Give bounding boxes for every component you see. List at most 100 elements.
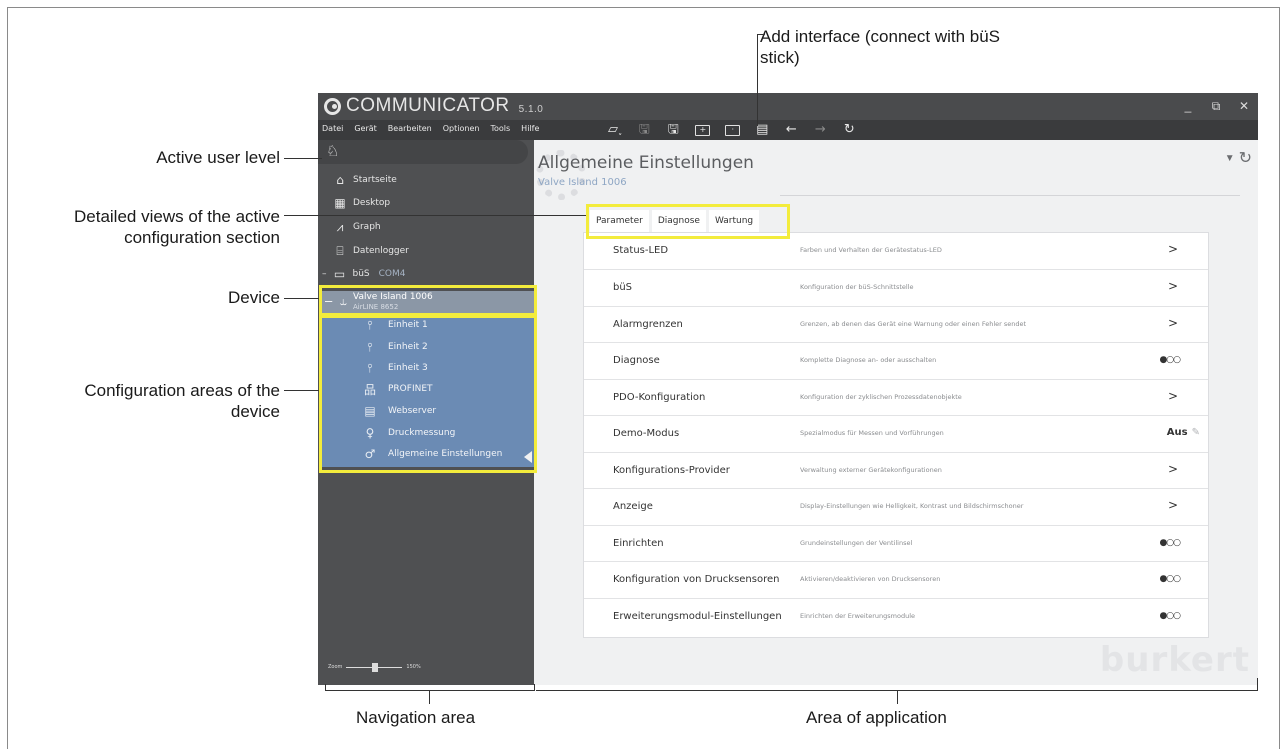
parameter-row[interactable]: PDO-Konfiguration Konfiguration der zykl… <box>584 379 1208 415</box>
nav-item-label: Graph <box>353 222 381 232</box>
nav-item-label: Startseite <box>353 175 397 185</box>
nav-item-bus[interactable]: – ▭ büS COM4 <box>322 265 406 283</box>
parameter-description: Display-Einstellungen wie Helligkeit, Ko… <box>800 502 1024 510</box>
bracket-navigation-right <box>534 684 535 691</box>
parameter-description: Grenzen, ab denen das Gerät eine Warnung… <box>800 320 1027 328</box>
page-title: Allgemeine Einstellungen <box>538 153 754 173</box>
parameter-description: Konfiguration der büS-Schnittstelle <box>800 283 914 291</box>
annotation-add-interface: Add interface (connect with büS stick) <box>760 27 1001 67</box>
page-actions: ▼ ↻ <box>1225 148 1252 168</box>
leader-configuration-areas <box>284 390 319 391</box>
leader-detailed-views <box>284 215 586 216</box>
save-icon[interactable]: 🖫 <box>637 121 651 139</box>
forward-arrow-icon[interactable]: → <box>813 121 827 139</box>
parameter-label: Konfiguration von Drucksensoren <box>613 574 780 585</box>
app-name: COMMUNICATOR <box>346 95 510 116</box>
bracket-navigation-stem <box>429 690 430 704</box>
parameter-row[interactable]: Konfigurations-Provider Verwaltung exter… <box>584 452 1208 488</box>
user-level-icon[interactable]: ♘ <box>326 142 339 160</box>
refresh-icon[interactable]: ↻ <box>842 121 856 139</box>
toggle-switch[interactable]: ●○○ <box>1159 355 1181 365</box>
nav-item-datenlogger[interactable]: ⌸ Datenlogger <box>332 242 409 260</box>
open-arrow-icon[interactable]: > <box>1168 462 1178 476</box>
open-arrow-icon[interactable]: > <box>1168 316 1178 330</box>
open-arrow-icon[interactable]: > <box>1168 498 1178 512</box>
window-controls: _ ⧉ ✕ <box>1174 93 1258 120</box>
edit-pencil-icon[interactable]: ✎ <box>1192 427 1200 438</box>
app-version: 5.1.0 <box>518 103 544 115</box>
close-button[interactable]: ✕ <box>1230 93 1258 120</box>
bracket-application-stem <box>897 690 898 704</box>
bus-collapse-toggle[interactable]: – <box>322 269 327 279</box>
nav-item-graph[interactable]: ⩘ Graph <box>332 218 381 236</box>
parameter-label: Diagnose <box>613 355 660 366</box>
menu-bearbeiten[interactable]: Bearbeiten <box>388 124 432 133</box>
toggle-switch[interactable]: ●○○ <box>1159 538 1181 548</box>
open-arrow-icon[interactable]: > <box>1168 389 1178 403</box>
back-arrow-icon[interactable]: ← <box>784 121 798 139</box>
add-interface-icon[interactable]: + <box>695 124 711 136</box>
parameter-description: Aktivieren/deaktivieren von Drucksensore… <box>800 575 941 583</box>
manual-figure: COMMUNICATOR 5.1.0 _ ⧉ ✕ Datei Gerät Bea… <box>0 0 1287 749</box>
save-as-icon[interactable]: 🖫 <box>666 121 680 139</box>
leader-add-interface-tick <box>757 34 765 35</box>
restore-button[interactable]: ⧉ <box>1202 93 1230 120</box>
card-icon[interactable]: ▱˯ <box>608 121 622 139</box>
menu-optionen[interactable]: Optionen <box>443 124 480 133</box>
menu-datei[interactable]: Datei <box>322 124 343 133</box>
bus-interface-icon: ▭ <box>333 267 346 281</box>
menu-geraet[interactable]: Gerät <box>354 124 376 133</box>
parameter-list: Status-LED Farben und Verhalten der Gerä… <box>583 232 1209 638</box>
parameter-label: Alarmgrenzen <box>613 319 683 330</box>
nav-item-startseite[interactable]: ⌂ Startseite <box>332 171 397 189</box>
menu-tools[interactable]: Tools <box>490 124 510 133</box>
parameter-row[interactable]: Demo-Modus Spezialmodus für Messen und V… <box>584 415 1208 451</box>
tabs-highlight <box>586 204 790 239</box>
home-icon: ⌂ <box>336 173 344 187</box>
user-level-bar[interactable]: ♘ <box>318 140 528 164</box>
annotation-configuration-areas: Configuration areas of the device <box>84 381 280 421</box>
dropdown-icon[interactable]: ▼ <box>1225 153 1235 164</box>
bus-label: büS <box>352 269 370 279</box>
open-arrow-icon[interactable]: > <box>1168 279 1178 293</box>
parameter-row[interactable]: Erweiterungsmodul-Einstellungen Einricht… <box>584 598 1208 634</box>
parameter-description: Grundeinstellungen der Ventilinsel <box>800 539 913 547</box>
zoom-value: 150% <box>406 664 421 670</box>
minimize-button[interactable]: _ <box>1174 93 1202 120</box>
open-arrow-icon[interactable]: > <box>1168 242 1178 256</box>
nav-item-desktop[interactable]: ▦ Desktop <box>332 194 390 212</box>
page-subtitle: Valve Island 1006 <box>538 177 627 188</box>
parameter-row[interactable]: Einrichten Grundeinstellungen der Ventil… <box>584 525 1208 561</box>
parameter-row[interactable]: Konfiguration von Drucksensoren Aktivier… <box>584 561 1208 597</box>
toggle-switch[interactable]: ●○○ <box>1159 611 1181 621</box>
toggle-switch[interactable]: ●○○ <box>1159 574 1181 584</box>
parameter-label: büS <box>613 282 633 293</box>
parameter-label: Erweiterungsmodul-Einstellungen <box>613 611 782 622</box>
parameter-row[interactable]: büS Konfiguration der büS-Schnittstelle … <box>584 269 1208 305</box>
menu-hilfe[interactable]: Hilfe <box>521 124 539 133</box>
toolbar: ▱˯ 🖫 🖫 + · ▤ ← → ↻ <box>608 121 856 139</box>
parameter-description: Verwaltung externer Gerätekonfiguratione… <box>800 466 942 474</box>
datalogger-icon: ⌸ <box>336 243 344 258</box>
app-logo: COMMUNICATOR 5.1.0 <box>324 95 543 117</box>
parameter-description: Spezialmodus für Messen und Vorführungen <box>800 429 944 437</box>
parameter-row[interactable]: Anzeige Display-Einstellungen wie Hellig… <box>584 488 1208 524</box>
menu-bar: Datei Gerät Bearbeiten Optionen Tools Hi… <box>318 120 1258 140</box>
parameter-description: Komplette Diagnose an- oder ausschalten <box>800 356 937 364</box>
leader-add-interface <box>757 34 758 126</box>
communicator-logo-icon <box>324 97 341 115</box>
desktop-icon: ▦ <box>334 196 346 210</box>
zoom-label: Zoom <box>328 664 343 670</box>
parameter-row[interactable]: Diagnose Komplette Diagnose an- oder aus… <box>584 342 1208 378</box>
interface-icon[interactable]: · <box>725 124 741 136</box>
demo-mode-value[interactable]: Aus ✎ <box>1167 427 1200 438</box>
parameter-row[interactable]: Alarmgrenzen Grenzen, ab denen das Gerät… <box>584 306 1208 342</box>
refresh-page-icon[interactable]: ↻ <box>1239 148 1252 168</box>
parameter-label: Demo-Modus <box>613 428 680 439</box>
annotation-detailed-views: Detailed views of the active configurati… <box>74 207 280 247</box>
title-divider <box>780 195 1240 196</box>
zoom-slider-handle[interactable] <box>372 662 379 672</box>
bracket-navigation-left <box>325 684 326 691</box>
zoom-slider[interactable] <box>346 662 403 672</box>
title-bar: COMMUNICATOR 5.1.0 _ ⧉ ✕ <box>318 93 1258 120</box>
